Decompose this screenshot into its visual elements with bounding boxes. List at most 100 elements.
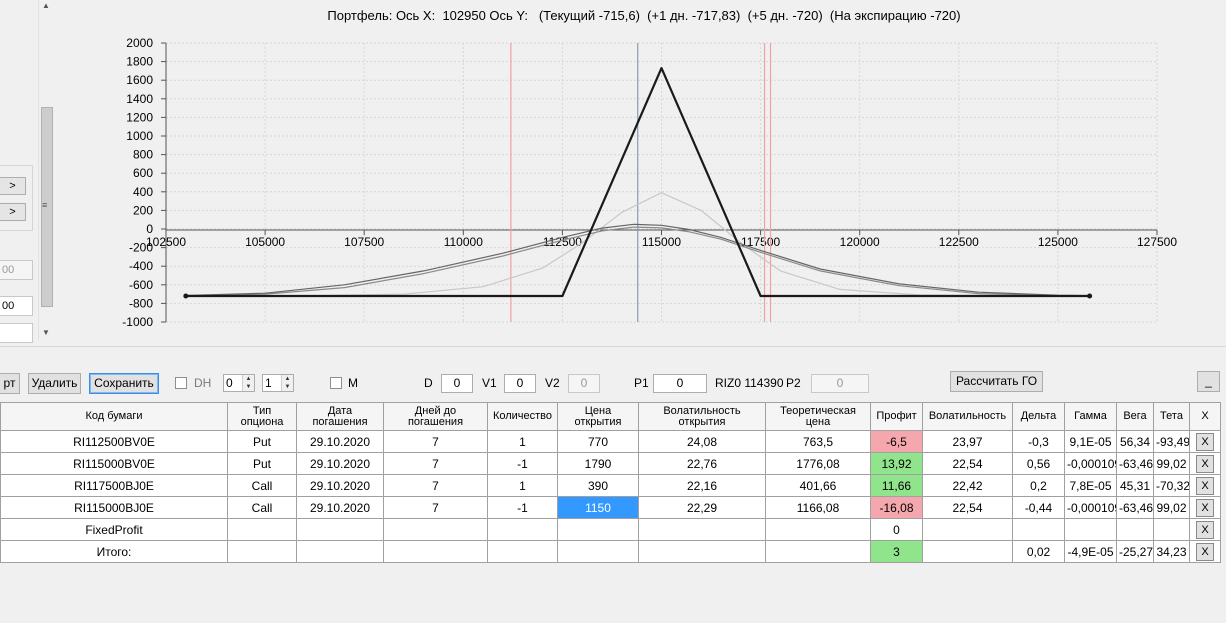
table-cell[interactable] xyxy=(557,540,639,563)
table-cell[interactable]: 0,56 xyxy=(1012,452,1065,475)
spin-input-2[interactable]: 1 ▲ ▼ xyxy=(262,374,294,392)
column-header[interactable]: Дней до погашения xyxy=(383,402,488,431)
table-cell[interactable]: 29.10.2020 xyxy=(296,430,384,453)
column-header[interactable]: Профит xyxy=(870,402,923,431)
table-cell[interactable] xyxy=(638,540,766,563)
table-cell[interactable]: 7,8E-05 xyxy=(1064,474,1117,497)
table-cell[interactable]: 1790 xyxy=(557,452,639,475)
m-checkbox[interactable] xyxy=(330,377,342,389)
v1-input[interactable]: 0 xyxy=(504,374,536,393)
table-cell[interactable]: -0,000109 xyxy=(1064,496,1117,519)
table-cell[interactable]: 401,66 xyxy=(765,474,871,497)
import-button[interactable]: рт xyxy=(0,373,20,394)
spin-down-icon[interactable]: ▼ xyxy=(243,383,254,391)
table-cell[interactable]: 1150 xyxy=(557,496,639,519)
table-cell[interactable] xyxy=(638,518,766,541)
table-cell[interactable]: 22,42 xyxy=(922,474,1013,497)
spin-input-1[interactable]: 0 ▲ ▼ xyxy=(223,374,255,392)
p2-input[interactable]: 0 xyxy=(811,374,869,393)
table-cell[interactable] xyxy=(383,540,488,563)
scroll-down-icon[interactable]: ▼ xyxy=(42,328,50,337)
table-cell[interactable]: 763,5 xyxy=(765,430,871,453)
spin-buttons-1[interactable]: ▲ ▼ xyxy=(242,375,254,391)
fixed-profit-label[interactable]: FixedProfit xyxy=(0,518,228,541)
table-cell[interactable] xyxy=(1012,518,1065,541)
column-header[interactable]: Вега xyxy=(1116,402,1154,431)
calc-go-button[interactable]: Рассчитать ГО xyxy=(950,371,1043,392)
table-cell[interactable]: -6,5 xyxy=(870,430,923,453)
table-cell[interactable] xyxy=(227,540,297,563)
column-header[interactable]: Тип опциона xyxy=(227,402,297,431)
table-cell[interactable]: 7 xyxy=(383,474,488,497)
column-header[interactable]: Цена открытия xyxy=(557,402,639,431)
table-cell[interactable]: 22,29 xyxy=(638,496,766,519)
total-label[interactable]: Итого: xyxy=(0,540,228,563)
total-profit[interactable]: 3 xyxy=(870,540,923,563)
table-cell[interactable] xyxy=(296,540,384,563)
left-input-1[interactable]: 00 xyxy=(0,260,33,280)
table-cell[interactable] xyxy=(765,540,871,563)
spin-buttons-2[interactable]: ▲ ▼ xyxy=(281,375,293,391)
delete-button[interactable]: Удалить xyxy=(28,373,81,394)
table-cell[interactable]: 9,1E-05 xyxy=(1064,430,1117,453)
column-header[interactable]: X xyxy=(1189,402,1221,431)
table-cell[interactable] xyxy=(487,518,558,541)
table-cell[interactable]: 7 xyxy=(383,430,488,453)
table-cell[interactable]: 22,54 xyxy=(922,496,1013,519)
table-cell[interactable]: 22,16 xyxy=(638,474,766,497)
table-cell[interactable]: 13,92 xyxy=(870,452,923,475)
table-row[interactable]: RI117500BJ0E Call 29.10.2020 7 1 390 22,16 401,… xyxy=(0,474,1221,497)
table-cell[interactable]: 770 xyxy=(557,430,639,453)
table-cell[interactable]: 29.10.2020 xyxy=(296,474,384,497)
table-cell[interactable] xyxy=(383,518,488,541)
table-cell[interactable]: 0,2 xyxy=(1012,474,1065,497)
column-header[interactable]: Теоретическая цена xyxy=(765,402,871,431)
table-cell[interactable]: 29.10.2020 xyxy=(296,452,384,475)
table-cell[interactable] xyxy=(922,540,1013,563)
table-cell[interactable] xyxy=(1116,518,1154,541)
table-cell[interactable]: 11,66 xyxy=(870,474,923,497)
remove-row-button[interactable]: X xyxy=(1196,498,1214,517)
table-cell[interactable]: Put xyxy=(227,452,297,475)
total-gamma[interactable]: -4,9E-05 xyxy=(1064,540,1117,563)
remove-row-button[interactable]: X xyxy=(1196,454,1214,473)
remove-row-button[interactable]: X xyxy=(1196,432,1214,451)
table-cell[interactable]: 99,02 xyxy=(1153,496,1190,519)
fixed-profit-row[interactable]: FixedProfit 0 X xyxy=(0,518,1221,541)
table-cell[interactable] xyxy=(765,518,871,541)
table-cell[interactable]: 22,76 xyxy=(638,452,766,475)
table-cell[interactable]: 99,02 xyxy=(1153,452,1190,475)
table-cell[interactable]: 390 xyxy=(557,474,639,497)
column-header[interactable]: Гамма xyxy=(1064,402,1117,431)
table-cell[interactable]: -0,000109 xyxy=(1064,452,1117,475)
remove-row-button[interactable]: X xyxy=(1196,520,1214,539)
table-cell[interactable]: 45,31 xyxy=(1116,474,1154,497)
remove-row-button[interactable]: X xyxy=(1196,476,1214,495)
table-cell[interactable] xyxy=(296,518,384,541)
table-cell[interactable]: -63,46 xyxy=(1116,496,1154,519)
table-cell[interactable]: 1166,08 xyxy=(765,496,871,519)
table-cell[interactable]: -0,3 xyxy=(1012,430,1065,453)
table-cell[interactable]: -63,46 xyxy=(1116,452,1154,475)
table-cell[interactable]: RI115000BJ0E xyxy=(0,496,228,519)
table-cell[interactable]: 29.10.2020 xyxy=(296,496,384,519)
table-cell[interactable] xyxy=(557,518,639,541)
minimize-button[interactable]: _ xyxy=(1197,371,1220,392)
table-cell[interactable]: 24,08 xyxy=(638,430,766,453)
p1-input[interactable]: 0 xyxy=(653,374,707,393)
table-cell[interactable]: 56,34 xyxy=(1116,430,1154,453)
column-header[interactable]: Код бумаги xyxy=(0,402,228,431)
column-header[interactable]: Количество xyxy=(487,402,558,431)
total-vega[interactable]: -25,27 xyxy=(1116,540,1154,563)
total-row[interactable]: Итого: 3 0,02 -4,9E-05 -25,27 34,23 X xyxy=(0,540,1221,563)
left-input-3[interactable] xyxy=(0,323,33,343)
table-cell[interactable] xyxy=(487,540,558,563)
column-header[interactable]: Дельта xyxy=(1012,402,1065,431)
spin-up-icon[interactable]: ▲ xyxy=(243,375,254,383)
table-cell[interactable]: 23,97 xyxy=(922,430,1013,453)
table-cell[interactable]: -16,08 xyxy=(870,496,923,519)
total-theta[interactable]: 34,23 xyxy=(1153,540,1190,563)
table-cell[interactable]: RI115000BV0E xyxy=(0,452,228,475)
table-cell[interactable] xyxy=(1064,518,1117,541)
table-cell[interactable]: -1 xyxy=(487,452,558,475)
